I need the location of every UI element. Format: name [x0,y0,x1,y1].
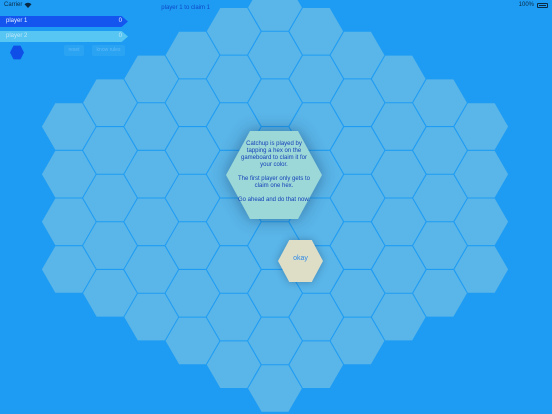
okay-button[interactable]: okay [278,240,323,282]
player-1-score: 0 [118,18,122,24]
dialog-paragraph: The first player only gets to claim one … [237,176,311,189]
rules-button[interactable]: know rules [92,45,125,56]
player-1-name: player 1 [6,18,28,24]
instruction-dialog: Catchup is played by tapping a hex on th… [226,131,322,219]
dialog-text: Catchup is played by tapping a hex on th… [236,141,312,204]
dialog-paragraph: Go ahead and do that now. [237,197,311,203]
player-2-name: player 2 [6,33,28,39]
player-2-row: player 2 0 [0,31,128,42]
okay-label: okay [293,255,308,262]
reset-button[interactable]: reset [64,45,84,56]
turn-status: player 1 to claim 1 [161,5,210,11]
dialog-paragraph: Catchup is played by tapping a hex on th… [240,141,308,168]
player-1-row: player 1 0 [0,16,128,27]
player-2-score: 0 [118,33,122,39]
